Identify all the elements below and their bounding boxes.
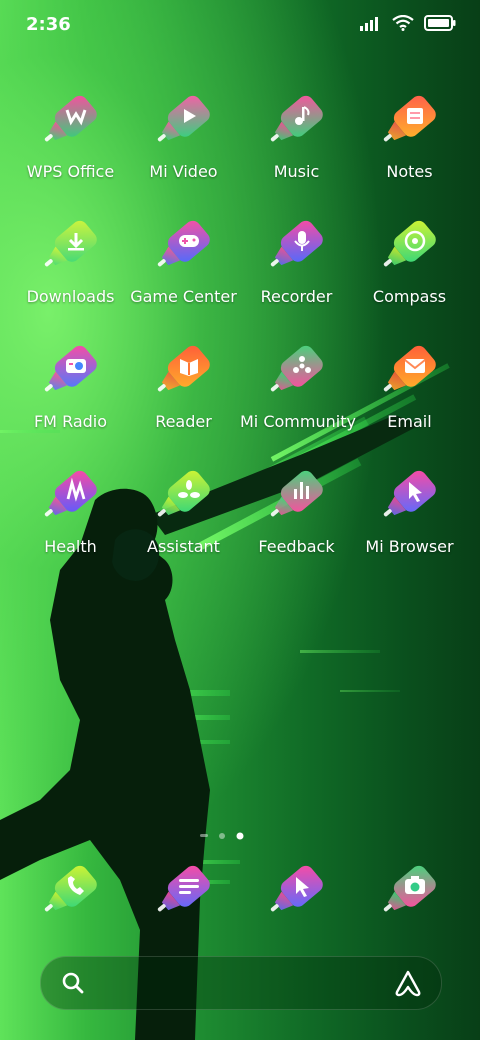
status-bar: 2:36 <box>0 0 480 50</box>
notes-icon <box>406 108 423 124</box>
search-bar[interactable] <box>40 956 442 1010</box>
app-reader[interactable]: Reader <box>127 338 240 431</box>
dock-camera[interactable] <box>353 858 466 928</box>
app-compass[interactable]: Compass <box>353 213 466 306</box>
app-label: Mi Community <box>240 412 356 431</box>
app-mi-community[interactable]: Mi Community <box>240 338 356 431</box>
app-wps-office[interactable]: WPS Office <box>14 88 127 181</box>
app-icon[interactable] <box>375 463 445 533</box>
app-icon[interactable] <box>36 213 106 283</box>
app-icon[interactable] <box>149 213 219 283</box>
app-icon[interactable] <box>262 338 332 408</box>
app-icon[interactable] <box>149 338 219 408</box>
dock-browser-cursor[interactable] <box>240 858 353 928</box>
app-music[interactable]: Music <box>240 88 353 181</box>
app-label: Recorder <box>260 287 333 306</box>
app-label: Notes <box>386 162 433 181</box>
glitch-streaks <box>0 363 450 884</box>
wifi-icon <box>392 15 414 31</box>
app-icon[interactable] <box>36 338 106 408</box>
app-label: Downloads <box>26 287 115 306</box>
app-health[interactable]: Health <box>14 463 127 556</box>
app-label: Reader <box>155 412 212 431</box>
app-label: Mi Browser <box>365 537 454 556</box>
envelope-icon <box>403 359 426 373</box>
app-label: WPS Office <box>26 162 115 181</box>
app-icon[interactable] <box>375 338 445 408</box>
app-label: Assistant <box>147 537 220 556</box>
app-icon[interactable] <box>36 88 106 158</box>
dock-phone[interactable] <box>14 858 127 928</box>
dock <box>0 858 480 928</box>
app-icon[interactable] <box>262 463 332 533</box>
assistant-logo-icon[interactable] <box>393 969 423 997</box>
dock-messages[interactable] <box>127 858 240 928</box>
app-label: Compass <box>372 287 447 306</box>
app-icon[interactable] <box>149 463 219 533</box>
app-label: Music <box>273 162 320 181</box>
app-email[interactable]: Email <box>353 338 466 431</box>
app-assistant[interactable]: Assistant <box>127 463 240 556</box>
battery-icon <box>424 15 456 31</box>
dock-app-icon[interactable] <box>36 858 106 928</box>
app-downloads[interactable]: Downloads <box>14 213 127 306</box>
app-label: FM Radio <box>33 412 108 431</box>
app-label: Mi Video <box>149 162 218 181</box>
status-time: 2:36 <box>26 14 71 35</box>
app-mi-video[interactable]: Mi Video <box>127 88 240 181</box>
dock-app-icon[interactable] <box>262 858 332 928</box>
page-dot-1 <box>219 833 225 839</box>
gamepad-icon <box>178 235 199 247</box>
app-icon[interactable] <box>262 213 332 283</box>
radio-icon <box>65 359 86 373</box>
app-icon[interactable] <box>375 88 445 158</box>
page-indicator <box>200 832 244 840</box>
app-game-center[interactable]: Game Center <box>127 213 240 306</box>
dock-app-icon[interactable] <box>375 858 445 928</box>
status-icons <box>360 15 456 31</box>
app-label: Feedback <box>258 537 335 556</box>
app-recorder[interactable]: Recorder <box>240 213 353 306</box>
dock-app-icon[interactable] <box>149 858 219 928</box>
app-icon[interactable] <box>262 88 332 158</box>
app-icon[interactable] <box>375 213 445 283</box>
app-notes[interactable]: Notes <box>353 88 466 181</box>
app-label: Health <box>44 537 97 556</box>
app-icon[interactable] <box>36 463 106 533</box>
app-label: Email <box>387 412 432 431</box>
home-page-dash <box>200 834 208 837</box>
app-mi-browser[interactable]: Mi Browser <box>353 463 466 556</box>
app-feedback[interactable]: Feedback <box>240 463 353 556</box>
search-icon <box>62 972 84 994</box>
signal-icon <box>360 17 378 31</box>
app-label: Game Center <box>130 287 237 306</box>
page-dot-2 <box>236 832 244 840</box>
app-icon[interactable] <box>149 88 219 158</box>
app-fm-radio[interactable]: FM Radio <box>14 338 127 431</box>
